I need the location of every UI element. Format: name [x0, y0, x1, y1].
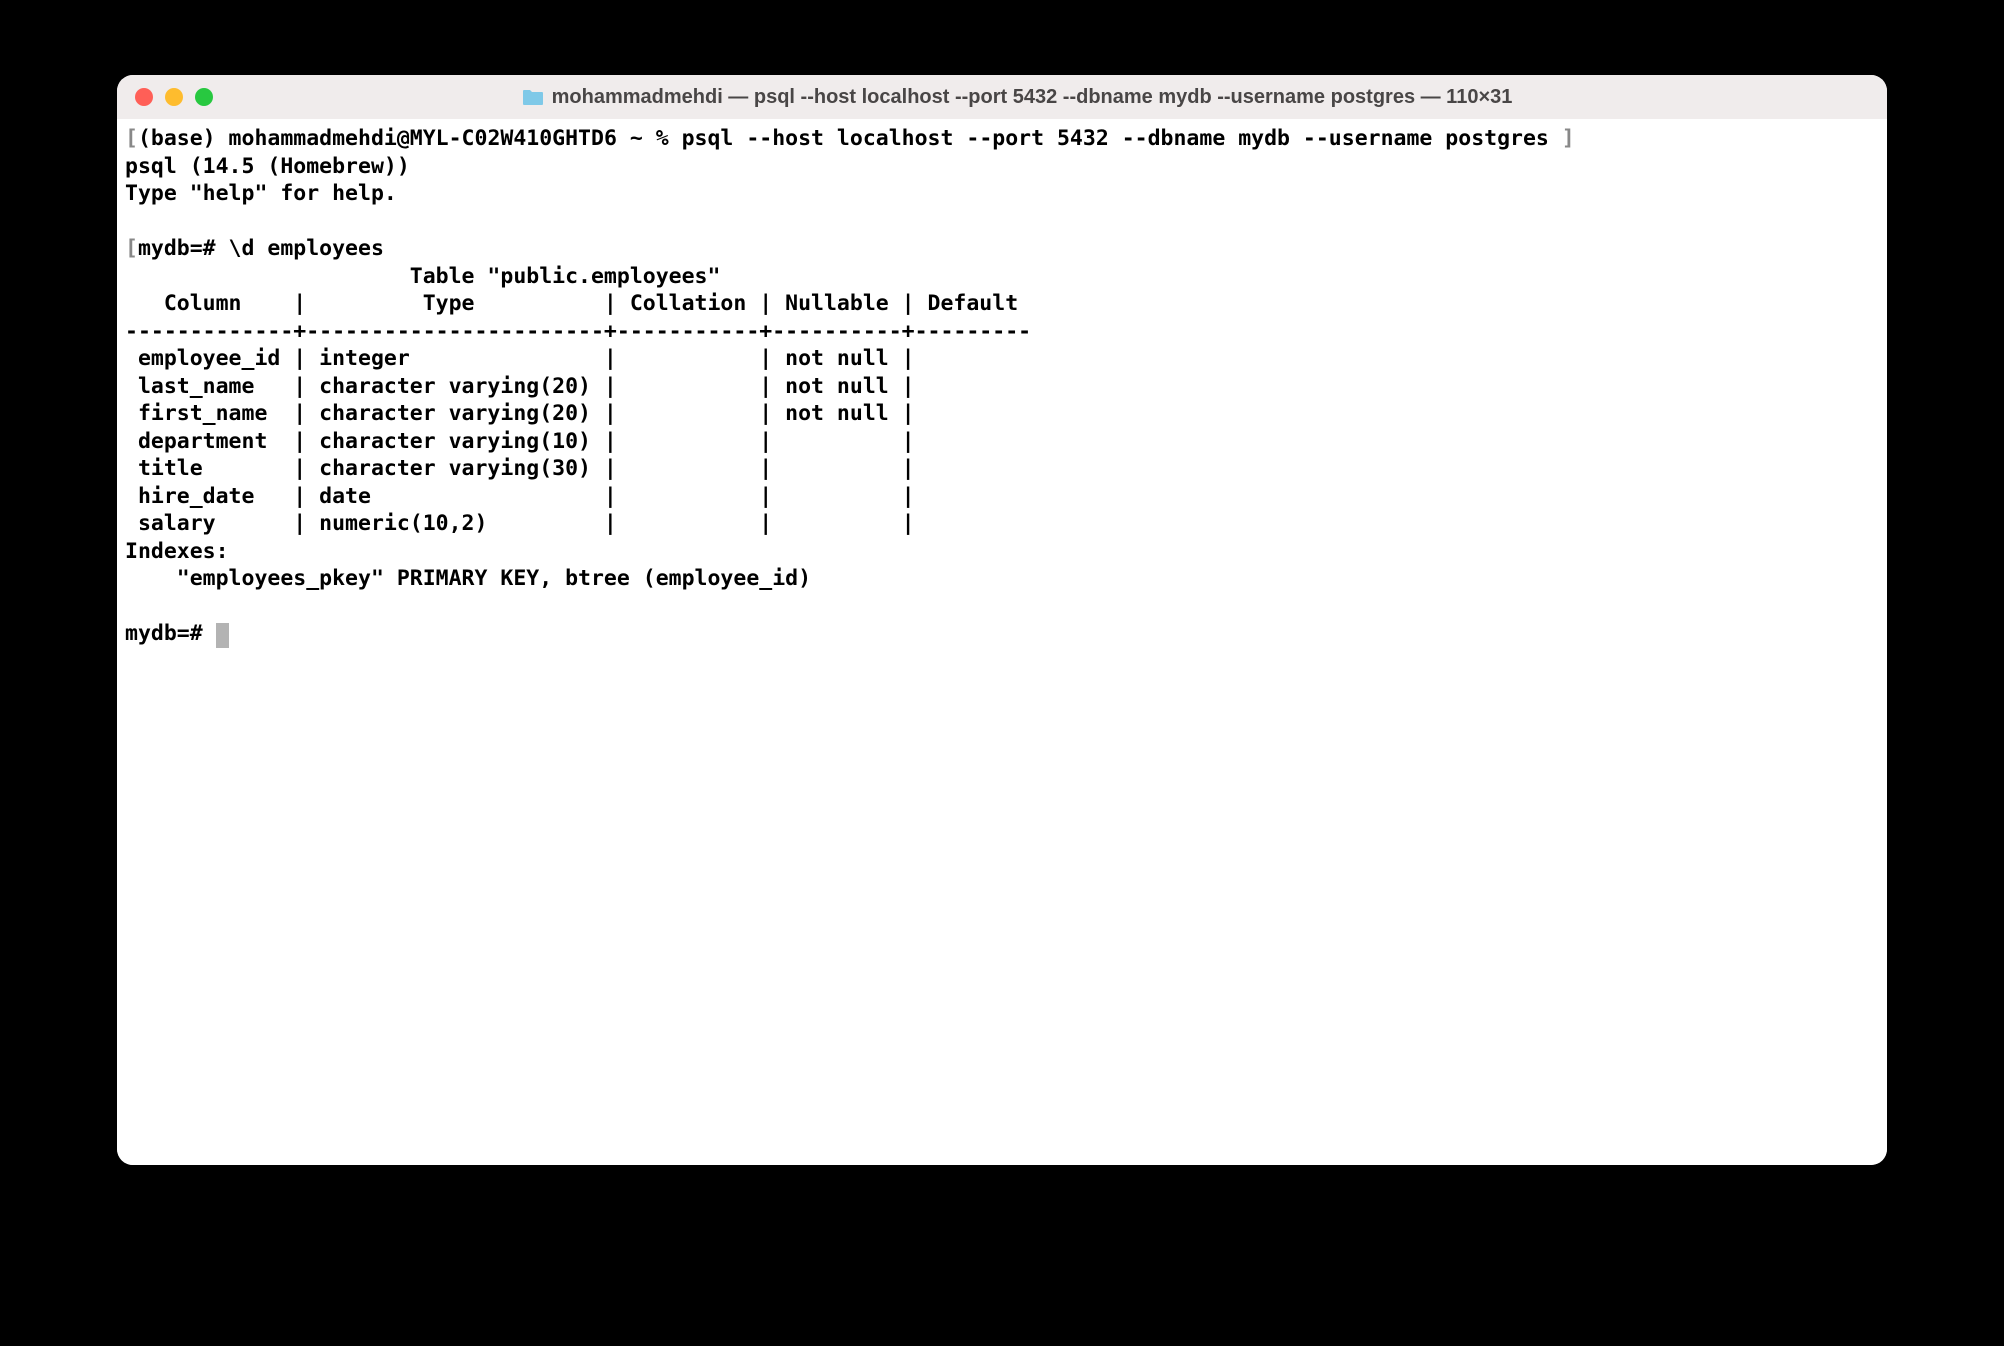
terminal-window: mohammadmehdi — psql --host localhost --…: [117, 75, 1887, 1165]
terminal-table-row: first_name | character varying(20) | | n…: [125, 401, 928, 426]
terminal-table-header: Column | Type | Collation | Nullable | D…: [125, 291, 1031, 316]
terminal-indexes-label: Indexes:: [125, 539, 229, 564]
bracket-open: [: [125, 126, 138, 151]
terminal-table-divider: -------------+-----------------------+--…: [125, 319, 1031, 344]
terminal-table-row: last_name | character varying(20) | | no…: [125, 374, 928, 399]
window-title-wrap: mohammadmehdi — psql --host localhost --…: [225, 86, 1869, 109]
terminal-table-row: hire_date | date | | |: [125, 484, 928, 509]
terminal-prompt: mydb=#: [125, 621, 216, 646]
maximize-button[interactable]: [195, 88, 213, 106]
terminal-line-version: psql (14.5 (Homebrew)): [125, 154, 410, 179]
terminal-line-command: (base) mohammadmehdi@MYL-C02W410GHTD6 ~ …: [138, 126, 1549, 151]
terminal-line-help: Type "help" for help.: [125, 181, 397, 206]
cursor: [216, 623, 229, 648]
terminal-table-row: employee_id | integer | | not null |: [125, 346, 928, 371]
folder-icon: [522, 88, 544, 106]
terminal-line-describe: mydb=# \d employees: [138, 236, 384, 261]
terminal-table-row: salary | numeric(10,2) | | |: [125, 511, 928, 536]
minimize-button[interactable]: [165, 88, 183, 106]
terminal-body[interactable]: [(base) mohammadmehdi@MYL-C02W410GHTD6 ~…: [117, 119, 1887, 1165]
bracket-open-2: [: [125, 236, 138, 261]
close-button[interactable]: [135, 88, 153, 106]
terminal-table-title: Table "public.employees": [125, 264, 720, 289]
traffic-lights: [135, 88, 213, 106]
terminal-table-row: department | character varying(10) | | |: [125, 429, 928, 454]
window-title: mohammadmehdi — psql --host localhost --…: [552, 86, 1513, 109]
terminal-index-line: "employees_pkey" PRIMARY KEY, btree (emp…: [125, 566, 811, 591]
titlebar: mohammadmehdi — psql --host localhost --…: [117, 75, 1887, 119]
terminal-table-row: title | character varying(30) | | |: [125, 456, 928, 481]
bracket-close: ]: [1549, 126, 1575, 151]
